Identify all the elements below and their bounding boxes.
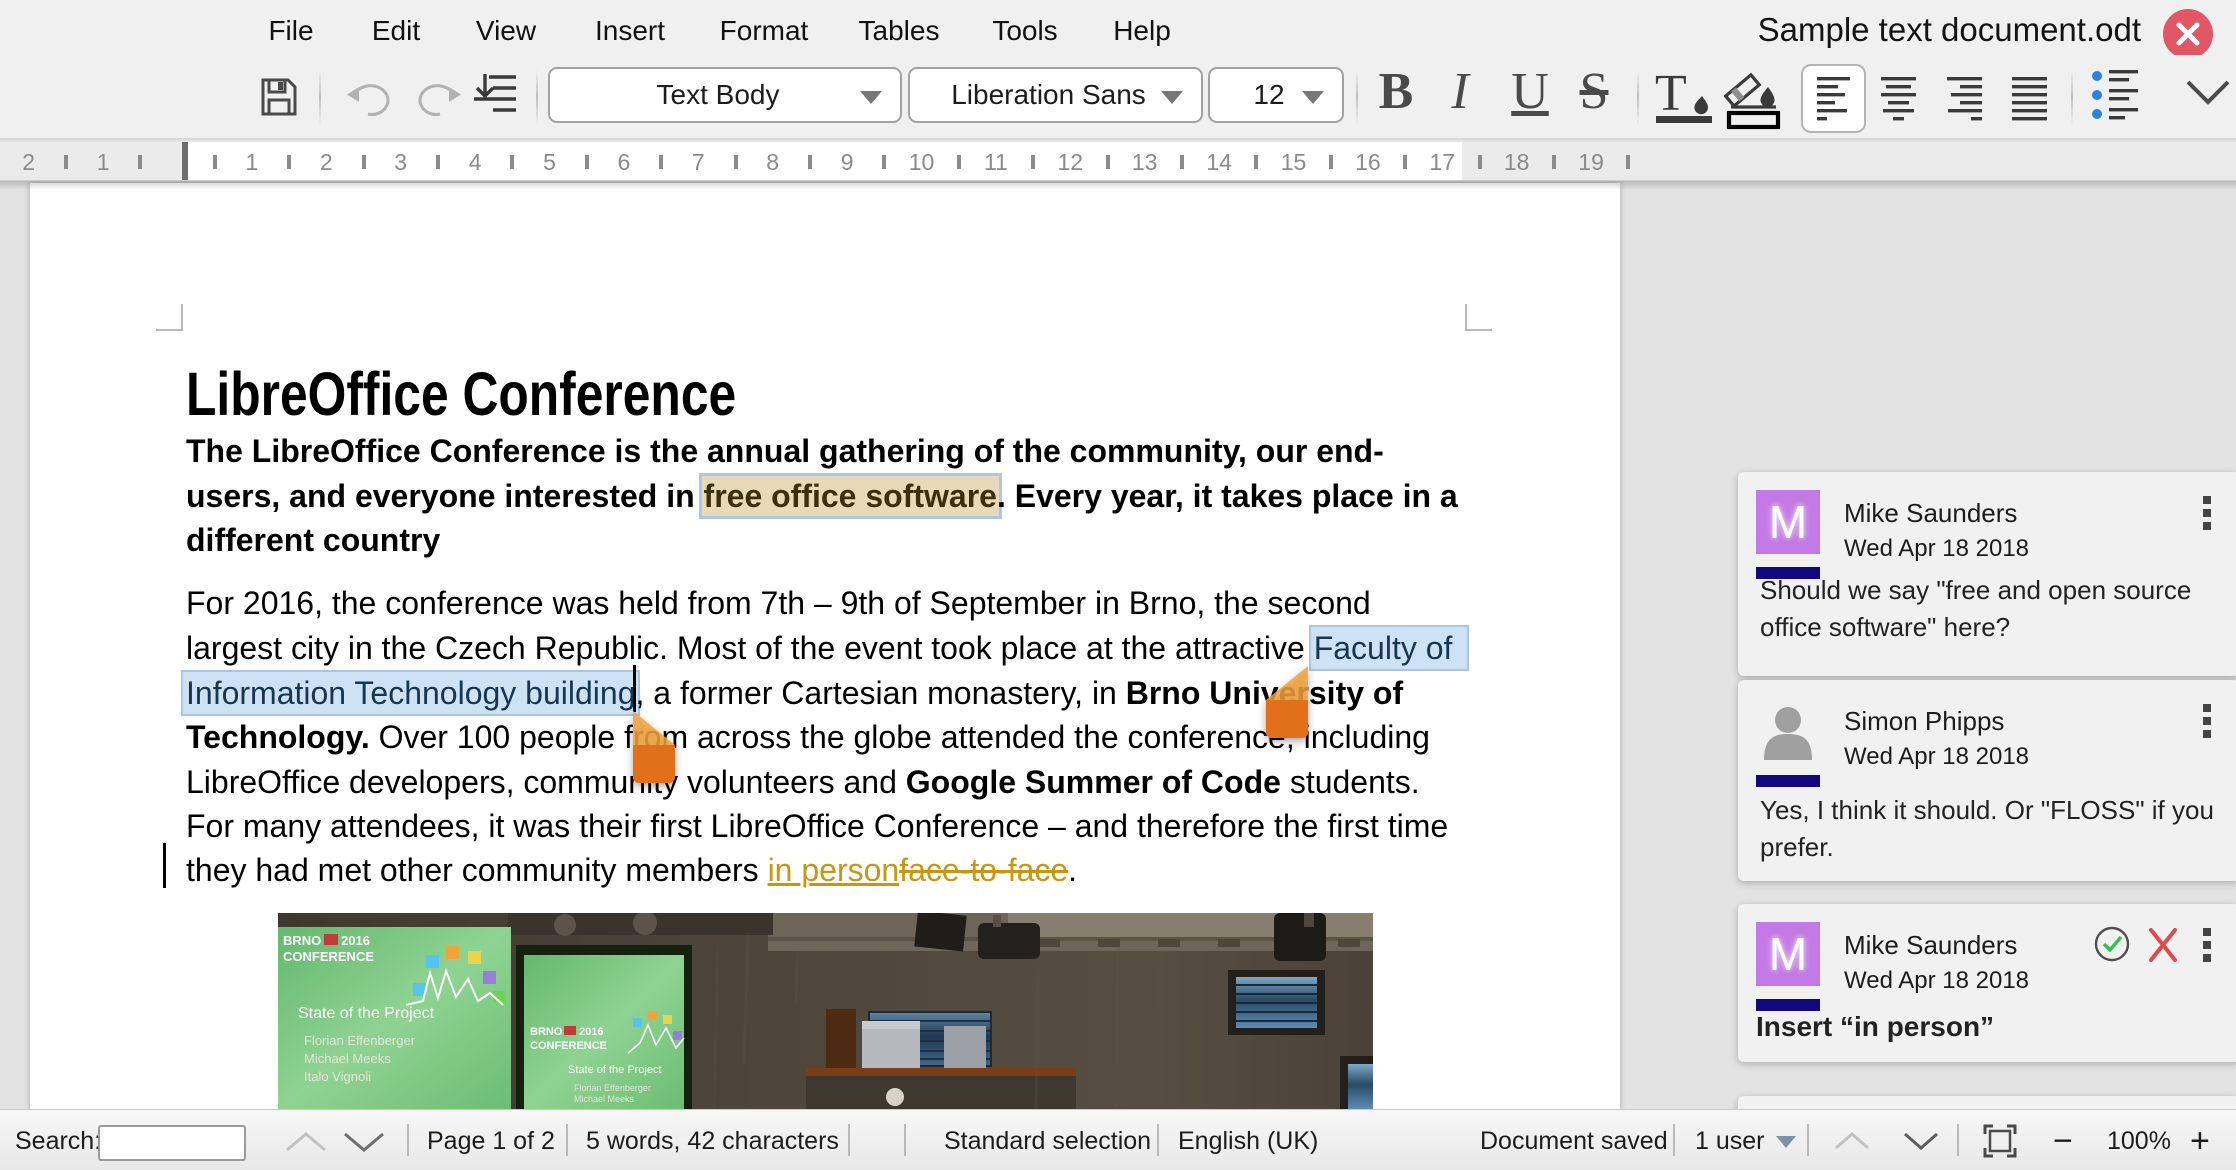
svg-text:Michael Meeks: Michael Meeks bbox=[304, 1051, 391, 1066]
svg-text:2016: 2016 bbox=[579, 1026, 603, 1038]
svg-text:2016: 2016 bbox=[341, 933, 370, 948]
svg-text:State of the Project: State of the Project bbox=[568, 1064, 662, 1076]
svg-text:Italo Vignoli: Italo Vignoli bbox=[304, 1069, 371, 1084]
svg-text:Florian Effenberger: Florian Effenberger bbox=[574, 1083, 651, 1093]
svg-text:CONFERENCE: CONFERENCE bbox=[283, 949, 374, 964]
svg-text:Florian Effenberger: Florian Effenberger bbox=[304, 1033, 416, 1048]
svg-text:BRNO: BRNO bbox=[283, 933, 321, 948]
svg-text:State of the Project: State of the Project bbox=[298, 1005, 435, 1022]
svg-text:Michael Meeks: Michael Meeks bbox=[574, 1094, 635, 1104]
svg-text:BRNO: BRNO bbox=[530, 1026, 563, 1038]
svg-text:T: T bbox=[1655, 70, 1687, 122]
svg-text:CONFERENCE: CONFERENCE bbox=[530, 1040, 607, 1052]
